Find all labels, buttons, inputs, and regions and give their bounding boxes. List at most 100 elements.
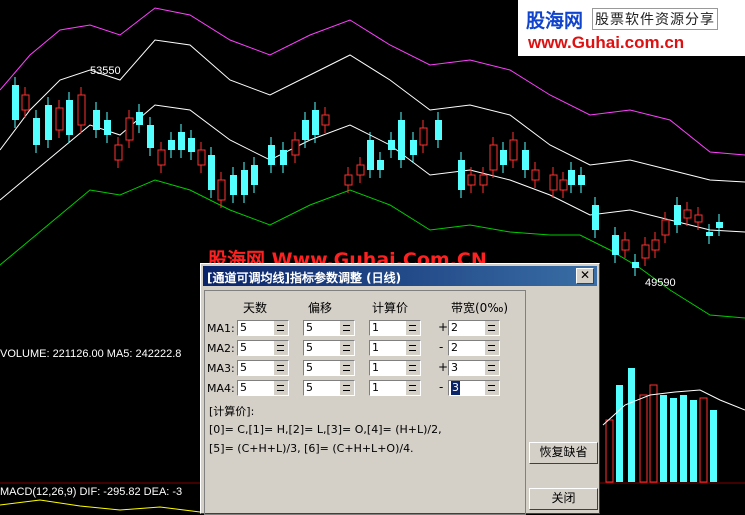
- spinner-arrows-icon[interactable]: [406, 361, 420, 375]
- candle-body: [509, 139, 518, 161]
- candle-body: [458, 160, 465, 190]
- candle-body: [467, 174, 476, 186]
- ma3-days-spinner[interactable]: 5: [237, 360, 289, 376]
- spinner-arrows-icon[interactable]: [485, 381, 499, 395]
- candle-body: [522, 150, 529, 170]
- candle-body: [77, 94, 86, 126]
- spinner-arrows-icon[interactable]: [406, 341, 420, 355]
- volume-bar: [680, 395, 687, 482]
- candle-body: [33, 118, 40, 145]
- ma1-days-spinner[interactable]: 5: [237, 320, 289, 336]
- macd-line: [0, 499, 201, 513]
- candle-body: [197, 149, 206, 166]
- candle-body: [312, 110, 319, 135]
- parameter-group: 天数 偏移 计算价 带宽(0‰) MA1: 5 5 1 + 2 MA2: 5 5…: [204, 290, 526, 515]
- candle-body: [716, 222, 723, 228]
- row-label-ma1: MA1:: [207, 322, 235, 335]
- candle-body: [435, 120, 442, 140]
- ma4-sign: -: [439, 380, 444, 394]
- candle-body: [661, 219, 670, 236]
- parameter-dialog: [通道可调均线]指标参数调整 (日线) ✕ 天数 偏移 计算价 带宽(0‰) M…: [200, 263, 600, 515]
- volume-bar: [616, 385, 623, 482]
- candle-body: [157, 149, 166, 166]
- spinner-arrows-icon[interactable]: [340, 341, 354, 355]
- ma4-price-spinner[interactable]: 1: [369, 380, 421, 396]
- ma2-days-spinner[interactable]: 5: [237, 340, 289, 356]
- ma3-sign: +: [438, 360, 449, 374]
- spinner-arrows-icon[interactable]: [340, 381, 354, 395]
- candle-body: [388, 140, 395, 150]
- ma4-days-spinner[interactable]: 5: [237, 380, 289, 396]
- candle-body: [479, 174, 488, 186]
- volume-bar: [699, 397, 708, 483]
- ma1-band-spinner[interactable]: 2: [448, 320, 500, 336]
- candle-body: [302, 120, 309, 140]
- candle-body: [268, 145, 275, 165]
- candle-body: [147, 125, 154, 148]
- price-high-label: 53550: [90, 65, 121, 77]
- candle-body: [230, 175, 237, 195]
- ma4-band-spinner[interactable]: 3: [448, 380, 500, 396]
- candle-body: [592, 205, 599, 230]
- candle-body: [136, 112, 143, 125]
- ma1-offset-spinner[interactable]: 5: [303, 320, 355, 336]
- spinner-arrows-icon[interactable]: [340, 321, 354, 335]
- candle-body: [377, 160, 384, 170]
- close-icon[interactable]: ✕: [576, 268, 594, 284]
- spinner-arrows-icon[interactable]: [274, 321, 288, 335]
- ma2-sign: -: [439, 340, 444, 354]
- spinner-arrows-icon[interactable]: [406, 321, 420, 335]
- candle-body: [208, 155, 215, 190]
- spinner-arrows-icon[interactable]: [274, 381, 288, 395]
- formula-line-1: [0]= C,[1]= H,[2]= L,[3]= O,[4]= (H+L)/2…: [209, 423, 442, 436]
- row-label-ma4: MA4:: [207, 382, 235, 395]
- candle-body: [398, 120, 405, 160]
- ma3-band-spinner[interactable]: 3: [448, 360, 500, 376]
- candle-body: [419, 127, 428, 146]
- candle-body: [612, 235, 619, 255]
- spinner-arrows-icon[interactable]: [274, 361, 288, 375]
- volume-bar: [670, 398, 677, 482]
- candle-body: [21, 94, 30, 111]
- logo-slogan: 股票软件资源分享: [592, 8, 718, 30]
- spinner-arrows-icon[interactable]: [406, 381, 420, 395]
- spinner-arrows-icon[interactable]: [485, 361, 499, 375]
- spinner-arrows-icon[interactable]: [274, 341, 288, 355]
- restore-defaults-button[interactable]: 恢复缺省: [529, 442, 598, 464]
- ma2-price-spinner[interactable]: 1: [369, 340, 421, 356]
- candle-body: [114, 144, 123, 161]
- ma3-price-spinner[interactable]: 1: [369, 360, 421, 376]
- candle-body: [568, 170, 575, 185]
- row-label-ma3: MA3:: [207, 362, 235, 375]
- logo-url: www.Guhai.com.cn: [528, 33, 685, 52]
- spinner-arrows-icon[interactable]: [485, 321, 499, 335]
- volume-bar: [605, 419, 614, 483]
- ma4-offset-spinner[interactable]: 5: [303, 380, 355, 396]
- candle-body: [55, 107, 64, 131]
- candle-body: [356, 164, 365, 176]
- ma3-offset-spinner[interactable]: 5: [303, 360, 355, 376]
- spinner-arrows-icon[interactable]: [340, 361, 354, 375]
- candle-body: [706, 232, 713, 236]
- logo-name: 股海网: [526, 10, 584, 32]
- candle-body: [188, 138, 195, 152]
- dialog-titlebar[interactable]: [通道可调均线]指标参数调整 (日线) ✕: [203, 266, 597, 286]
- ma1-price-spinner[interactable]: 1: [369, 320, 421, 336]
- header-days: 天数: [243, 301, 268, 315]
- candle-body: [178, 132, 185, 150]
- candle-body: [217, 179, 226, 201]
- candle-body: [683, 209, 692, 219]
- candle-body: [674, 205, 681, 225]
- candle-body: [344, 174, 353, 186]
- ma2-offset-spinner[interactable]: 5: [303, 340, 355, 356]
- candle-body: [489, 144, 498, 171]
- price-low-label: 49590: [645, 277, 676, 289]
- candle-body: [641, 244, 650, 259]
- spinner-arrows-icon[interactable]: [485, 341, 499, 355]
- header-bandwidth: 带宽(0‰): [451, 301, 509, 315]
- close-button[interactable]: 关闭: [529, 488, 598, 510]
- ma2-band-spinner[interactable]: 2: [448, 340, 500, 356]
- candle-body: [93, 110, 100, 130]
- candle-body: [291, 139, 300, 156]
- volume-bar: [628, 368, 635, 482]
